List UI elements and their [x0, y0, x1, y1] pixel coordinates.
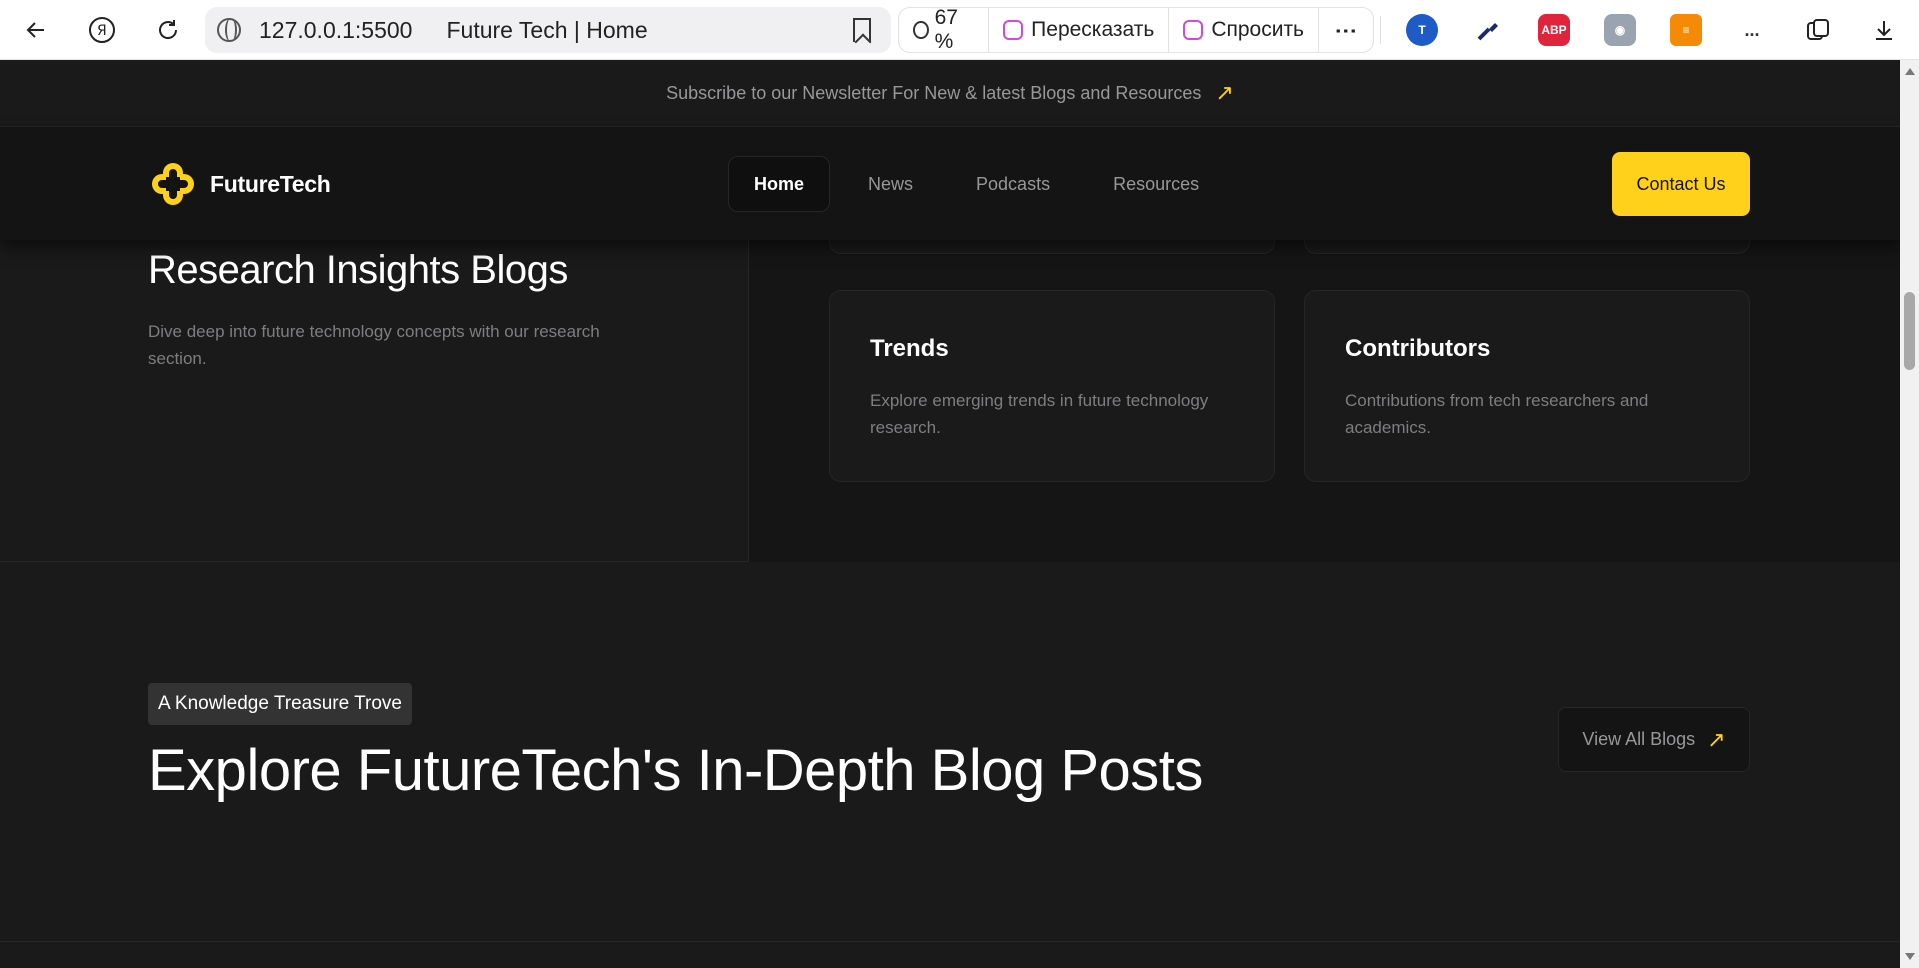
site-navbar: FutureTech Home News Podcasts Resources … — [0, 127, 1900, 240]
more-extensions-label: ... — [1744, 19, 1760, 40]
research-card-contributors[interactable]: Contributors Contributions from tech res… — [1304, 290, 1750, 482]
card-title: Trends — [870, 335, 949, 362]
main-nav: Home News Podcasts Resources — [728, 156, 1237, 212]
kebab-icon: ⋮ — [1334, 19, 1359, 41]
logo-text: FutureTech — [210, 170, 331, 197]
research-title: Research Insights Blogs — [148, 248, 568, 292]
research-cards-panel: Trends Explore emerging trends in future… — [749, 228, 1900, 562]
zoom-button[interactable]: 67 % — [899, 6, 990, 53]
futuretech-logo-icon — [148, 159, 198, 209]
nav-link-news[interactable]: News — [843, 156, 938, 212]
more-extensions-button[interactable]: ... — [1736, 14, 1768, 46]
nav-link-home[interactable]: Home — [728, 156, 831, 212]
section-tag: A Knowledge Treasure Trove — [148, 683, 412, 725]
svg-text:Я: Я — [97, 23, 107, 39]
ask-icon — [1183, 20, 1204, 40]
nav-link-podcasts[interactable]: Podcasts — [951, 156, 1075, 212]
scrollbar-thumb[interactable] — [1904, 292, 1915, 370]
blogs-section: A Knowledge Treasure Trove Explore Futur… — [0, 562, 1900, 942]
address-bar[interactable]: 127.0.0.1:5500 Future Tech | Home — [205, 7, 891, 53]
reader-icon[interactable]: ≡ — [1670, 14, 1702, 46]
card-text: Contributions from tech researchers and … — [1345, 391, 1649, 437]
bookmark-icon[interactable] — [853, 18, 871, 42]
page-scrollbar[interactable] — [1900, 60, 1919, 968]
arrow-up-right-icon: ↗ — [1215, 80, 1234, 105]
adblock-icon[interactable]: ABP — [1538, 14, 1570, 46]
research-card-trends[interactable]: Trends Explore emerging trends in future… — [829, 290, 1275, 482]
adblock-label: ABP — [1541, 23, 1567, 37]
view-all-label: View All Blogs — [1582, 729, 1696, 749]
back-icon[interactable] — [18, 12, 54, 48]
retell-icon — [1003, 20, 1024, 40]
newsletter-text: Subscribe to our Newsletter For New & la… — [666, 82, 1202, 103]
research-section: Trends Explore emerging trends in future… — [0, 228, 1900, 562]
url-text: 127.0.0.1:5500 — [259, 16, 413, 43]
blogs-title: Explore FutureTech's In-Depth Blog Posts — [148, 738, 1203, 803]
view-all-blogs-button[interactable]: View All Blogs ↗ — [1558, 707, 1750, 772]
zoom-level: 67 % — [934, 6, 958, 53]
reload-icon[interactable] — [150, 12, 186, 48]
retell-button[interactable]: Пересказать — [989, 8, 1170, 52]
downloads-icon[interactable] — [1868, 14, 1900, 46]
translate-icon[interactable]: T — [1406, 14, 1438, 46]
nav-link-resources[interactable]: Resources — [1088, 156, 1224, 212]
web-page: Subscribe to our Newsletter For New & la… — [0, 60, 1900, 968]
zoom-icon — [913, 21, 929, 39]
section-divider — [748, 240, 749, 562]
logo[interactable]: FutureTech — [148, 159, 331, 209]
research-description: Dive deep into future technology concept… — [148, 322, 600, 368]
ask-label: Спросить — [1211, 18, 1304, 41]
page-title-text: Future Tech | Home — [446, 16, 648, 43]
newsletter-banner[interactable]: Subscribe to our Newsletter For New & la… — [0, 60, 1900, 127]
arrow-up-right-icon: ↗ — [1707, 726, 1726, 752]
card-text: Explore emerging trends in future techno… — [870, 391, 1209, 437]
more-menu-button[interactable]: ⋮ — [1319, 8, 1373, 52]
card-title: Contributors — [1345, 335, 1491, 362]
eyedropper-icon[interactable] — [1472, 14, 1504, 46]
scroll-up-icon[interactable] — [1905, 68, 1915, 75]
browser-tools: 67 % Пересказать Спросить ⋮ — [898, 6, 1374, 53]
toolbar-divider — [1380, 16, 1381, 44]
browser-toolbar: Я 127.0.0.1:5500 Future Tech | Home 67 %… — [0, 0, 1919, 60]
contact-us-button[interactable]: Contact Us — [1612, 152, 1750, 216]
scroll-down-icon[interactable] — [1905, 953, 1915, 960]
collections-icon[interactable] — [1802, 14, 1834, 46]
globe-icon — [217, 18, 241, 42]
shield-icon[interactable]: ◉ — [1604, 14, 1636, 46]
yandex-icon[interactable]: Я — [84, 12, 120, 48]
retell-label: Пересказать — [1031, 18, 1155, 41]
ask-button[interactable]: Спросить — [1169, 8, 1319, 52]
